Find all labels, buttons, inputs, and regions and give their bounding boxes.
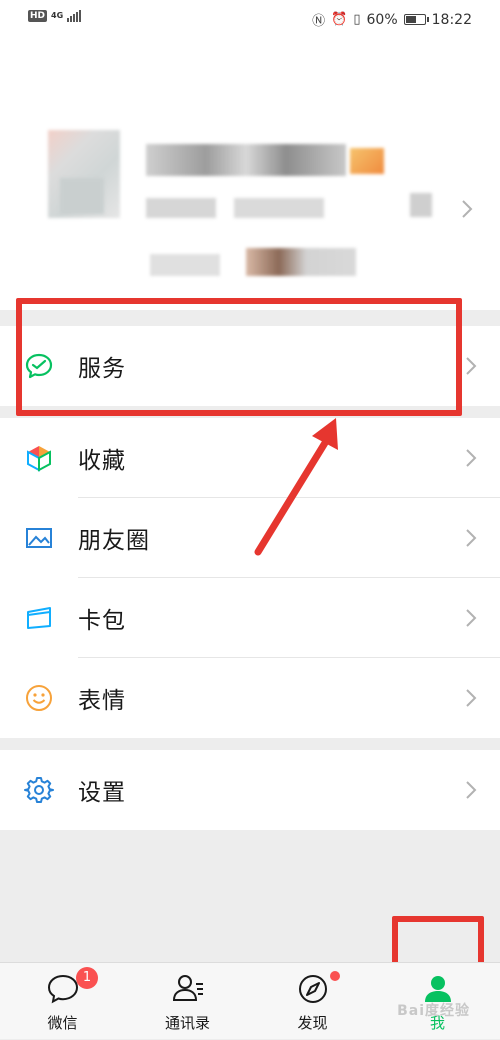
smile-icon (24, 683, 54, 713)
status-friends-blurred (246, 248, 356, 276)
watermark: Bai度经验 (397, 1003, 470, 1019)
image-icon (24, 523, 54, 553)
menu-label-cards: 卡包 (78, 608, 126, 634)
qr-code-icon[interactable] (410, 193, 432, 217)
menu-label-settings: 设置 (78, 780, 126, 806)
chevron-right-icon (466, 781, 477, 799)
wechat-id-blurred (146, 198, 216, 218)
clock: 18:22 (431, 11, 472, 28)
compass-icon (298, 975, 327, 1003)
nickname-blurred (146, 144, 346, 176)
tab-chats[interactable]: 1 微信 (0, 963, 125, 1040)
signal-icon (67, 10, 82, 22)
nickname-emoji-blurred (350, 148, 384, 174)
chevron-right-icon (466, 609, 477, 627)
profile-header[interactable] (0, 38, 500, 310)
tab-label-contacts: 通讯录 (164, 1014, 210, 1032)
menu-item-stickers[interactable]: 表情 (0, 658, 500, 738)
status-blurred (150, 254, 220, 276)
card-icon (24, 603, 54, 633)
gear-icon (24, 775, 54, 805)
vibrate-icon: ▯ (353, 12, 361, 27)
status-bar: HD 4G Ⓝ ⏰ ▯ 60% 18:22 (0, 0, 500, 38)
highlight-box-services (16, 298, 462, 416)
network-type: 4G (51, 11, 64, 20)
battery-percent: 60% (366, 11, 398, 28)
tab-contacts[interactable]: 通讯录 (125, 963, 250, 1040)
menu-item-cards[interactable]: 卡包 (0, 578, 500, 658)
contacts-icon (172, 975, 203, 1001)
cube-icon (24, 443, 54, 473)
wechat-id-value-blurred (234, 198, 324, 218)
tab-discover[interactable]: 发现 (250, 963, 375, 1040)
new-dot (330, 971, 340, 981)
tab-label-chats: 微信 (47, 1014, 78, 1032)
chevron-right-icon (462, 200, 473, 218)
chevron-right-icon (466, 449, 477, 467)
chevron-right-icon (466, 689, 477, 707)
nfc-icon: Ⓝ (312, 14, 326, 29)
tab-label-discover: 发现 (297, 1014, 328, 1032)
avatar-inner-blur (60, 178, 104, 214)
settings-group: 设置 (0, 750, 500, 830)
menu-label-favorites: 收藏 (78, 448, 126, 474)
hd-indicator: HD (28, 10, 48, 22)
menu-item-settings[interactable]: 设置 (0, 750, 500, 830)
unread-badge: 1 (76, 967, 98, 989)
menu-label-stickers: 表情 (78, 688, 126, 714)
chevron-right-icon (466, 529, 477, 547)
menu-label-moments: 朋友圈 (78, 528, 150, 554)
battery-icon (403, 14, 429, 25)
chevron-right-icon (466, 357, 477, 375)
alarm-icon: ⏰ (331, 12, 348, 27)
annotation-arrow (254, 418, 338, 556)
